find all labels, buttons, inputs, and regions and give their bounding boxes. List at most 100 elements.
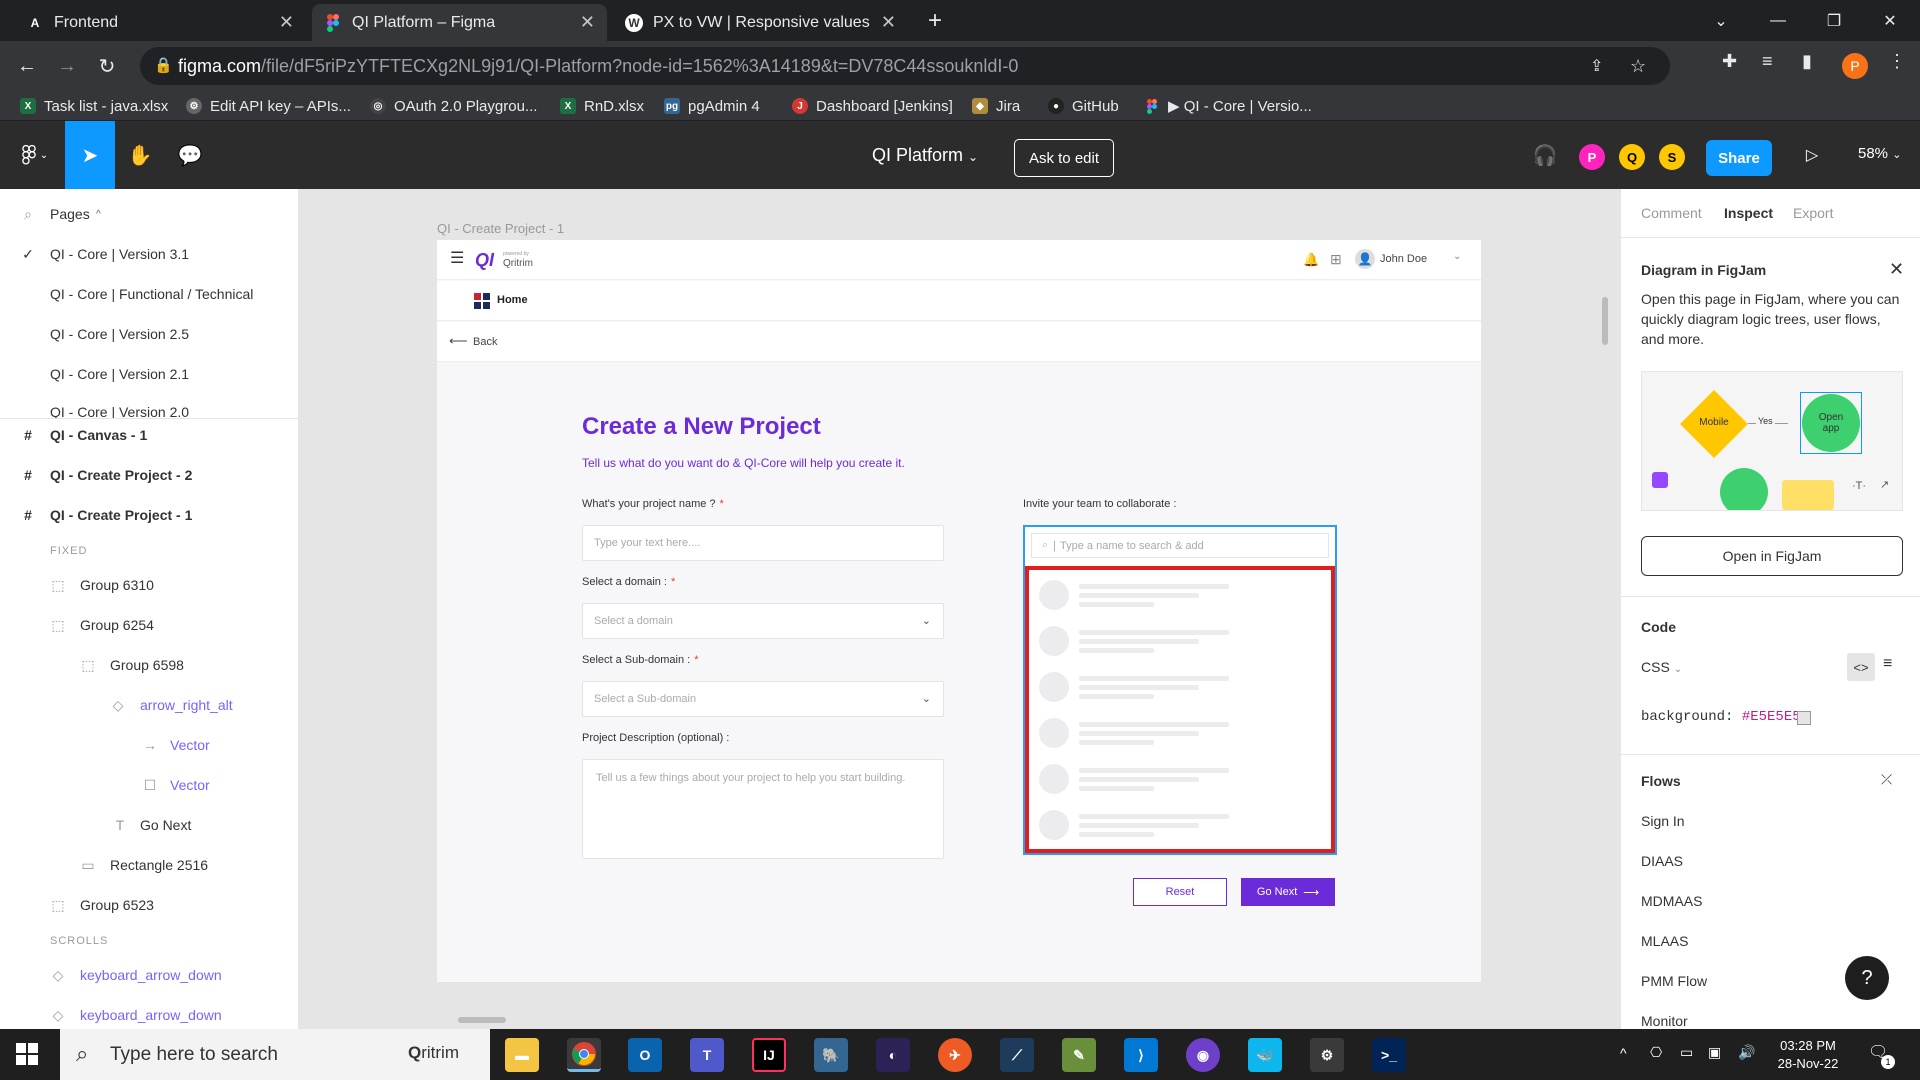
reload-icon[interactable]: ↻ xyxy=(92,51,122,81)
powershell-icon[interactable]: >_ xyxy=(1372,1038,1406,1072)
subdomain-select[interactable]: Select a Sub-domain ⌄ xyxy=(582,681,944,717)
bell-icon[interactable]: 🔔 xyxy=(1303,252,1319,268)
bookmark-task-list[interactable]: X Task list - java.xlsx xyxy=(20,95,168,117)
minimize-icon[interactable]: — xyxy=(1750,0,1806,41)
show-hidden-icons-icon[interactable]: ^ xyxy=(1620,1045,1627,1061)
zoom-menu[interactable]: 58% ⌄ xyxy=(1858,145,1901,162)
file-explorer-icon[interactable]: ▬ xyxy=(505,1038,539,1072)
tab-frontend[interactable]: A Frontend ✕ xyxy=(14,4,306,41)
page-item[interactable]: QI - Core | Version 2.5 xyxy=(0,320,298,348)
comment-tool-icon[interactable]: 💬 xyxy=(165,121,215,189)
layer-item[interactable]: ⬚ Group 6598 xyxy=(0,651,298,679)
intellij-icon[interactable]: IJ xyxy=(752,1038,786,1072)
page-item[interactable]: QI - Core | Functional / Technical xyxy=(0,280,298,308)
network-tool-icon[interactable]: ⟋ xyxy=(1000,1038,1034,1072)
bookmark-star-icon[interactable]: ☆ xyxy=(1630,56,1646,77)
battery-icon[interactable]: ▭ xyxy=(1680,1044,1693,1061)
flows-collapse-icon[interactable]: ⤫ xyxy=(1881,771,1892,788)
frame-layer[interactable]: # QI - Create Project - 1 xyxy=(0,501,298,529)
horizontal-scrollbar[interactable] xyxy=(458,1017,506,1023)
avatar[interactable]: Q xyxy=(1619,144,1645,170)
meet-now-icon[interactable]: ⎔ xyxy=(1650,1044,1662,1061)
canvas[interactable]: QI - Create Project - 1 ☰ QI powered by … xyxy=(300,189,1620,1029)
frame-layer[interactable]: # QI - Canvas - 1 xyxy=(0,421,298,449)
eclipse-icon[interactable]: ◐ xyxy=(876,1038,910,1072)
invite-search-input[interactable]: ⌕ | Type a name to search & add xyxy=(1031,533,1329,558)
share-button[interactable]: Share xyxy=(1706,140,1772,176)
layer-item[interactable]: ☐ Vector xyxy=(0,771,298,799)
hamburger-menu-icon[interactable]: ☰ xyxy=(450,251,464,267)
profile-avatar[interactable]: P xyxy=(1842,53,1868,79)
bookmark-pgadmin[interactable]: pg pgAdmin 4 xyxy=(664,95,760,117)
layer-item[interactable]: ⬚ Group 6523 xyxy=(0,891,298,919)
apps-grid-icon[interactable]: ⊞ xyxy=(1330,251,1342,268)
page-item[interactable]: ✓ QI - Core | Version 3.1 xyxy=(0,240,298,268)
layer-item[interactable]: ◇ keyboard_arrow_down xyxy=(0,1001,298,1029)
chevron-down-icon[interactable]: ⌄ xyxy=(1453,251,1461,262)
design-frame[interactable]: ☰ QI powered by Qritrim 🔔 ⊞ 👤 John Doe ⌄… xyxy=(437,240,1481,982)
flow-item[interactable]: PMM Flow xyxy=(1641,973,1707,989)
avatar[interactable]: S xyxy=(1659,144,1685,170)
close-icon[interactable]: ✕ xyxy=(580,12,595,33)
media-icon[interactable]: ≡ xyxy=(1762,51,1773,72)
help-button[interactable]: ? xyxy=(1845,956,1889,1000)
main-menu-icon[interactable]: ⌄ xyxy=(10,121,60,189)
forward-icon[interactable]: → xyxy=(52,51,82,81)
teams-icon[interactable]: T xyxy=(690,1038,724,1072)
layer-item[interactable]: T Go Next xyxy=(0,811,298,839)
extensions-icon[interactable]: ✚ xyxy=(1722,51,1737,72)
search-icon[interactable]: ⌕ xyxy=(20,206,36,223)
bookmark-jira[interactable]: ◆ Jira xyxy=(972,95,1020,117)
go-next-button[interactable]: Go Next ⟶ xyxy=(1241,878,1335,906)
back-icon[interactable]: ← xyxy=(12,51,42,81)
hand-tool-icon[interactable]: ✋ xyxy=(115,121,165,189)
layer-item[interactable]: ▭ Rectangle 2516 xyxy=(0,851,298,879)
url-field[interactable]: 🔒 figma.com/file/dF5riPzYTFTECXg2NL9j91/… xyxy=(140,47,1670,85)
ask-to-edit-button[interactable]: Ask to edit xyxy=(1014,139,1114,177)
reset-button[interactable]: Reset xyxy=(1133,878,1227,906)
tab-qi-platform[interactable]: QI Platform – Figma ✕ xyxy=(312,4,607,41)
menu-kebab-icon[interactable]: ⋮ xyxy=(1888,51,1906,72)
chrome-icon[interactable] xyxy=(567,1038,601,1072)
bookmark-rnd[interactable]: X RnD.xlsx xyxy=(560,95,644,117)
page-item[interactable]: QI - Core | Version 2.0 xyxy=(0,400,298,418)
present-play-icon[interactable]: ▷ xyxy=(1787,121,1837,189)
code-view-icon[interactable]: <> xyxy=(1847,653,1875,681)
clock[interactable]: 03:28 PM 28-Nov-22 xyxy=(1770,1037,1846,1073)
flow-item[interactable]: Sign In xyxy=(1641,813,1685,829)
page-item[interactable]: QI - Core | Version 2.1 xyxy=(0,360,298,388)
side-panel-icon[interactable]: ▮ xyxy=(1802,51,1812,72)
project-name-input[interactable]: Type your text here.... xyxy=(582,525,944,561)
home-icon[interactable] xyxy=(474,293,490,309)
docker-icon[interactable]: 🐳 xyxy=(1248,1038,1282,1072)
back-link[interactable]: Back xyxy=(473,336,497,348)
arrow-left-icon[interactable]: ⟵ xyxy=(449,333,468,349)
close-icon[interactable]: ✕ xyxy=(881,12,896,33)
frame-layer[interactable]: # QI - Create Project - 2 xyxy=(0,461,298,489)
avatar[interactable]: P xyxy=(1579,144,1605,170)
code-language-select[interactable]: CSS ⌄ xyxy=(1641,659,1682,675)
list-view-icon[interactable]: ≡ xyxy=(1883,655,1892,673)
bookmark-api-key[interactable]: ⚙ Edit API key – APIs... xyxy=(186,95,351,117)
user-name[interactable]: John Doe xyxy=(1380,253,1427,265)
bookmark-qi-core[interactable]: ▶ QI - Core | Versio... xyxy=(1144,95,1312,117)
notepad-plus-icon[interactable]: ✎ xyxy=(1062,1038,1096,1072)
file-title[interactable]: QI Platform ⌄ xyxy=(872,145,978,166)
close-icon[interactable]: ✕ xyxy=(1889,259,1904,280)
description-textarea[interactable]: Tell us a few things about your project … xyxy=(582,759,944,859)
bookmark-github[interactable]: ● GitHub xyxy=(1048,95,1119,117)
taskbar-search[interactable]: ⌕ Type here to search Qritrim xyxy=(60,1029,490,1080)
nav-home[interactable]: Home xyxy=(497,294,528,306)
move-tool-icon[interactable]: ➤ xyxy=(65,121,115,189)
settings-gear-icon[interactable]: ⚙ xyxy=(1310,1038,1344,1072)
frame-label[interactable]: QI - Create Project - 1 xyxy=(437,221,564,236)
layer-item[interactable]: ◇ arrow_right_alt xyxy=(0,691,298,719)
restore-icon[interactable]: ❐ xyxy=(1806,0,1862,41)
windows-start-icon[interactable] xyxy=(16,1043,38,1065)
postgres-icon[interactable]: 🐘 xyxy=(814,1038,848,1072)
layer-item[interactable]: ⬚ Group 6254 xyxy=(0,611,298,639)
open-in-figjam-button[interactable]: Open in FigJam xyxy=(1641,536,1903,576)
audio-headphones-icon[interactable]: 🎧 xyxy=(1520,121,1570,189)
user-avatar-icon[interactable]: 👤 xyxy=(1355,249,1375,269)
layer-item[interactable]: → Vector xyxy=(0,731,298,759)
